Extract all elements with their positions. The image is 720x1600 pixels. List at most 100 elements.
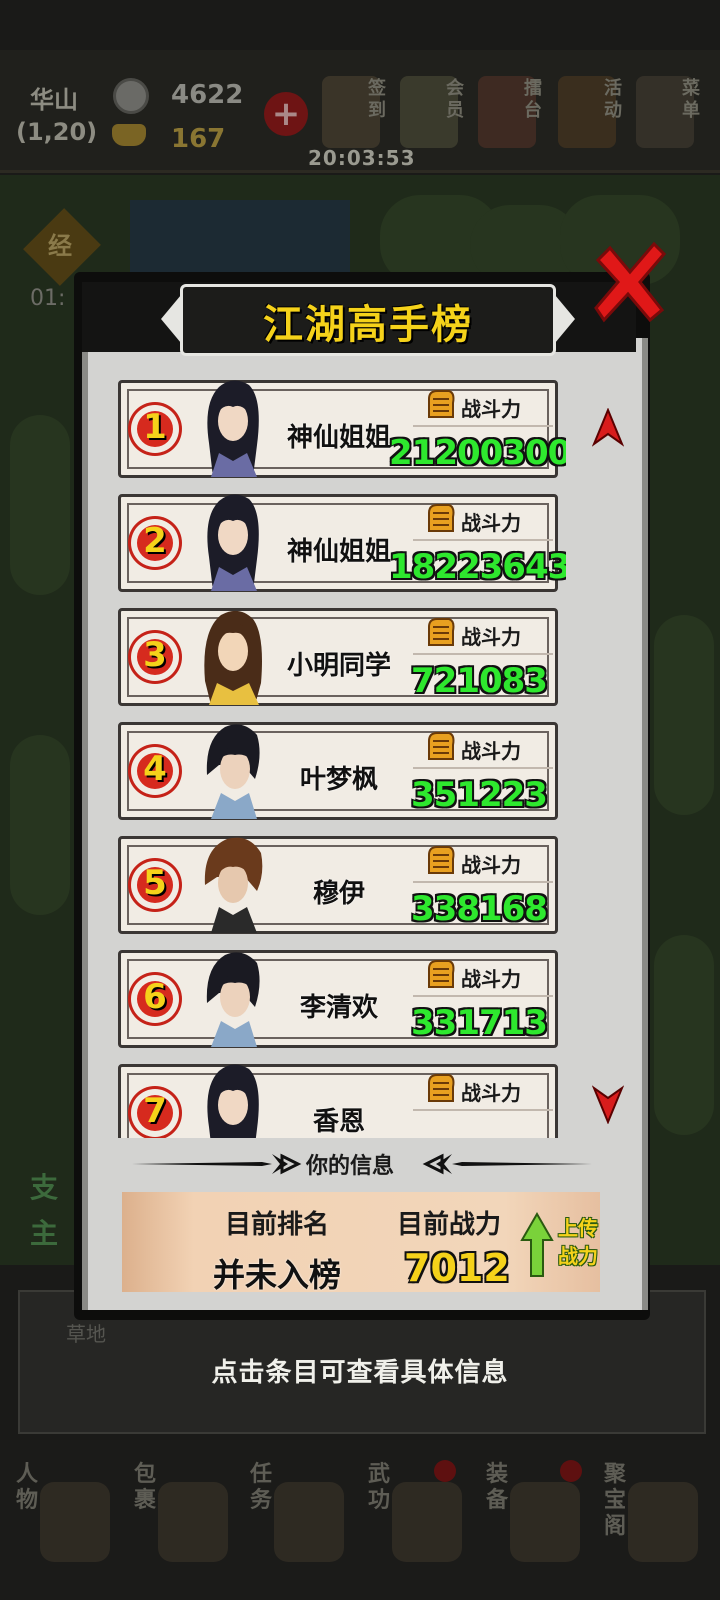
avatar xyxy=(204,837,263,933)
fist-icon xyxy=(428,504,455,532)
character-icon xyxy=(40,1482,110,1562)
ranking-row[interactable]: 1 神仙姐姐 战斗力 2120030042 xyxy=(118,380,566,478)
player-name: 李清欢 xyxy=(299,993,378,1023)
nav-label: 包裹 xyxy=(134,1462,157,1513)
fist-icon xyxy=(428,1074,455,1102)
player-name: 神仙姐姐 xyxy=(286,537,391,567)
player-name: 小明同学 xyxy=(286,651,391,681)
map-tree xyxy=(10,415,70,595)
ranking-row[interactable]: 3 小明同学 战斗力 721083 xyxy=(118,608,558,706)
scroll-icon xyxy=(274,1482,344,1562)
divider xyxy=(413,767,553,769)
gold-ingot-icon xyxy=(112,124,146,146)
ranking-row[interactable]: 2 神仙姐姐 战斗力 1822364325 xyxy=(118,494,566,592)
power-label: 战斗力 xyxy=(461,1081,521,1105)
event-icon[interactable]: 活动 xyxy=(558,76,622,148)
avatar xyxy=(207,380,259,477)
power-label: 战斗力 xyxy=(461,511,521,535)
nav-label: 装备 xyxy=(486,1462,509,1513)
notification-dot xyxy=(560,1460,582,1482)
notification-dot xyxy=(434,1460,456,1482)
player-name: 香恩 xyxy=(312,1107,365,1137)
divider xyxy=(413,425,553,427)
rank-medal: 1 xyxy=(131,405,179,453)
current-rank-label: 目前排名 xyxy=(224,1210,329,1240)
power-value: 351223 xyxy=(411,775,548,815)
vip-icon[interactable]: 会员 xyxy=(400,76,464,148)
map-tree xyxy=(654,615,714,815)
rank-number: 4 xyxy=(143,749,167,789)
arena-label: 擂台 xyxy=(524,78,542,121)
nav-quest[interactable]: 任务 xyxy=(250,1462,350,1572)
location-name: 华山 xyxy=(30,86,78,114)
nav-bag[interactable]: 包裹 xyxy=(134,1462,234,1572)
upload-power-label: 上传战力 xyxy=(558,1216,598,1268)
ranking-row[interactable]: 4 叶梦枫 战斗力 351223 xyxy=(118,722,558,820)
your-info-title: 你的信息 xyxy=(305,1154,394,1179)
divider xyxy=(413,1109,553,1111)
up-arrow-icon xyxy=(520,1212,554,1277)
add-currency-button[interactable]: + xyxy=(264,92,308,136)
side-tab-1[interactable]: 支 xyxy=(30,1166,58,1206)
nav-label: 聚宝阁 xyxy=(604,1462,627,1539)
map-water xyxy=(130,200,350,280)
ranking-row[interactable]: 5 穆伊 战斗力 338168 xyxy=(118,836,558,934)
rank-number: 6 xyxy=(143,977,167,1017)
rank-number: 5 xyxy=(143,863,167,903)
fist-icon xyxy=(428,960,455,988)
power-value: 338168 xyxy=(411,889,548,929)
terrain-label: 草地 xyxy=(66,1322,106,1346)
scroll-up-icon[interactable] xyxy=(592,408,624,448)
map-tree xyxy=(10,735,70,915)
nav-label: 任务 xyxy=(250,1462,273,1513)
rank-medal: 7 xyxy=(131,1089,179,1137)
bag-icon xyxy=(158,1482,228,1562)
ranking-row[interactable]: 7 香恩 战斗力 xyxy=(118,1064,558,1138)
fist-icon xyxy=(428,618,455,646)
signin-icon[interactable]: 签到 xyxy=(322,76,386,148)
ranking-list[interactable]: 1 神仙姐姐 战斗力 2120030042 2 神仙姐姐 战斗力 xyxy=(116,376,566,1138)
divider xyxy=(413,881,553,883)
avatar xyxy=(206,952,260,1047)
scroll-down-icon[interactable] xyxy=(592,1084,624,1124)
nav-label: 人物 xyxy=(16,1462,39,1513)
treasure-icon xyxy=(628,1482,698,1562)
menu-label: 菜单 xyxy=(682,78,700,121)
power-value: 2120030042 xyxy=(389,433,566,473)
fist-icon xyxy=(428,390,455,418)
player-name: 神仙姐姐 xyxy=(286,423,391,453)
power-value: 1822364325 xyxy=(389,547,566,587)
power-label: 战斗力 xyxy=(461,397,521,421)
avatar xyxy=(204,610,262,705)
book-icon xyxy=(392,1482,462,1562)
side-tab-2[interactable]: 主 xyxy=(30,1212,58,1252)
nav-treasure[interactable]: 聚宝阁 xyxy=(604,1462,704,1572)
rank-number: 1 xyxy=(143,407,167,447)
power-value: 721083 xyxy=(411,661,548,701)
rank-number: 7 xyxy=(143,1091,167,1131)
player-name: 穆伊 xyxy=(312,879,365,909)
vip-label: 会员 xyxy=(446,78,464,121)
nav-character[interactable]: 人物 xyxy=(16,1462,116,1572)
power-label: 战斗力 xyxy=(461,853,521,877)
ranking-row[interactable]: 6 李清欢 战斗力 331713 xyxy=(118,950,558,1048)
side-badge-label: 经 xyxy=(48,232,72,260)
nav-label: 武功 xyxy=(368,1462,391,1513)
power-label: 战斗力 xyxy=(461,967,521,991)
signin-label: 签到 xyxy=(368,78,386,121)
sword-icon xyxy=(510,1482,580,1562)
rank-medal: 6 xyxy=(131,975,179,1023)
arena-icon[interactable]: 擂台 xyxy=(478,76,542,148)
menu-icon[interactable]: 菜单 xyxy=(636,76,700,148)
player-name: 叶梦枫 xyxy=(299,765,378,795)
fist-icon xyxy=(428,846,455,874)
event-label: 活动 xyxy=(604,78,622,121)
close-icon[interactable] xyxy=(592,240,668,324)
avatar xyxy=(207,494,259,591)
gold-count: 167 xyxy=(171,124,226,154)
current-power-label: 目前战力 xyxy=(396,1210,501,1240)
dialog-title: 江湖高手榜 xyxy=(263,302,473,348)
divider xyxy=(413,995,553,997)
rank-medal: 4 xyxy=(131,747,179,795)
avatar xyxy=(207,1064,259,1138)
